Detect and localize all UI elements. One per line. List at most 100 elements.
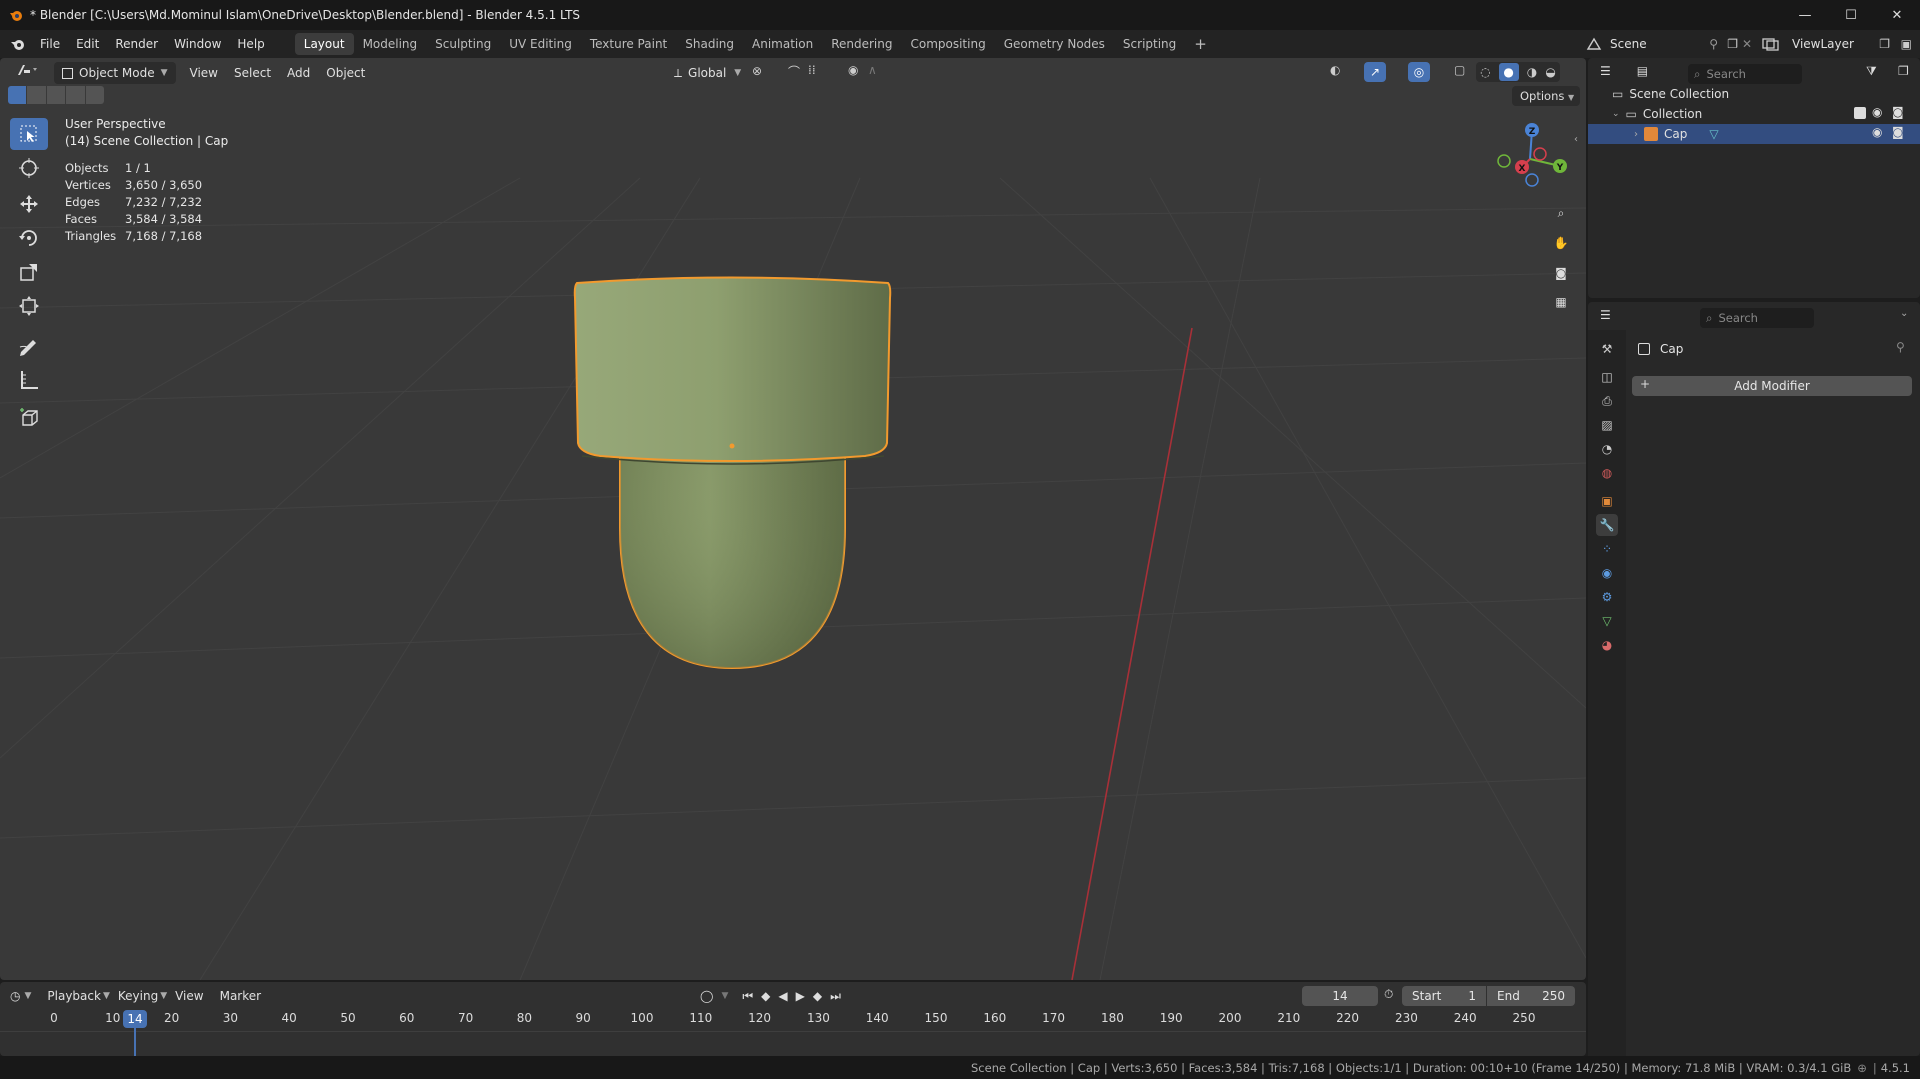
pivot-point-icon[interactable]: ⊗ bbox=[752, 64, 762, 78]
outliner-search-input[interactable]: ⌕ Search bbox=[1688, 64, 1802, 84]
network-icon[interactable]: ⊕ bbox=[1857, 1061, 1867, 1075]
shading-mode-group[interactable]: ◌ ● ◑ ◒ bbox=[1476, 62, 1560, 82]
scene-tab-icon[interactable]: ◔ bbox=[1596, 438, 1618, 460]
tab-compositing[interactable]: Compositing bbox=[901, 33, 994, 55]
tab-shading[interactable]: Shading bbox=[676, 33, 743, 55]
tab-texture-paint[interactable]: Texture Paint bbox=[581, 33, 676, 55]
scene-selector[interactable]: Scene ⚲ ❐ ✕ bbox=[1586, 33, 1752, 55]
select-extend-icon[interactable] bbox=[27, 86, 46, 104]
tab-animation[interactable]: Animation bbox=[743, 33, 822, 55]
solid-shading-icon[interactable]: ● bbox=[1498, 63, 1519, 81]
menu-render[interactable]: Render bbox=[107, 33, 166, 55]
transform-orientation-selector[interactable]: ⟂ Global ▼ bbox=[666, 62, 749, 84]
proportional-falloff-icon[interactable]: ∧ bbox=[868, 63, 877, 77]
gizmo-neg-x[interactable] bbox=[1533, 147, 1547, 161]
close-button[interactable]: ✕ bbox=[1874, 0, 1920, 30]
material-tab-icon[interactable]: ◕ bbox=[1596, 634, 1618, 656]
chevron-down-icon[interactable]: ⌄ bbox=[1900, 308, 1908, 319]
playhead-frame-indicator[interactable]: 14 bbox=[123, 1010, 147, 1028]
select-new-icon[interactable] bbox=[8, 86, 27, 104]
world-tab-icon[interactable]: ◍ bbox=[1596, 462, 1618, 484]
tab-modeling[interactable]: Modeling bbox=[354, 33, 427, 55]
options-button[interactable]: Options ▼ bbox=[1512, 86, 1581, 106]
camera-render-icon[interactable]: ◙ bbox=[1892, 125, 1904, 139]
outliner-row-scene-collection[interactable]: ▭ Scene Collection bbox=[1588, 84, 1920, 104]
tab-sculpting[interactable]: Sculpting bbox=[426, 33, 500, 55]
new-view-layer-icon[interactable]: ❐ bbox=[1879, 37, 1890, 51]
wireframe-shading-icon[interactable]: ◌ bbox=[1480, 65, 1490, 79]
orthographic-toggle-button[interactable]: ▦ bbox=[1548, 289, 1574, 315]
menu-select[interactable]: Select bbox=[226, 62, 279, 84]
eye-icon[interactable]: ◉ bbox=[1872, 105, 1882, 119]
select-box-tool[interactable] bbox=[10, 118, 48, 150]
proportional-edit-icon[interactable]: ◉ bbox=[848, 63, 858, 77]
add-workspace-button[interactable]: + bbox=[1185, 33, 1216, 55]
outliner-row-collection[interactable]: ⌄ ▭ Collection ◉ ◙ bbox=[1588, 104, 1920, 124]
pan-button[interactable]: ✋ bbox=[1548, 230, 1574, 256]
scale-tool[interactable] bbox=[10, 256, 48, 288]
view-layer-selector[interactable]: ViewLayer ❐ ▣ bbox=[1762, 33, 1912, 55]
data-tab-icon[interactable]: ▽ bbox=[1596, 610, 1618, 632]
transform-tool[interactable] bbox=[10, 290, 48, 322]
blender-menu-icon[interactable] bbox=[10, 36, 26, 52]
menu-file[interactable]: File bbox=[32, 33, 68, 55]
editor-type-button[interactable] bbox=[8, 62, 48, 84]
snap-icon[interactable]: ⌒ bbox=[788, 63, 800, 80]
add-modifier-button[interactable]: + Add Modifier bbox=[1632, 376, 1912, 396]
gizmo-toggle-icon[interactable]: ↗ bbox=[1364, 62, 1386, 82]
tab-uv-editing[interactable]: UV Editing bbox=[500, 33, 581, 55]
gizmo-neg-y[interactable] bbox=[1497, 154, 1511, 168]
navigation-gizmo[interactable]: Z Y X bbox=[1490, 114, 1570, 204]
chevron-down-icon[interactable]: ⌄ bbox=[1612, 109, 1620, 119]
tab-rendering[interactable]: Rendering bbox=[822, 33, 901, 55]
pin-icon[interactable]: ⚲ bbox=[1709, 37, 1718, 51]
select-subtract-icon[interactable] bbox=[46, 86, 66, 104]
menu-edit[interactable]: Edit bbox=[68, 33, 107, 55]
tab-layout[interactable]: Layout bbox=[294, 33, 354, 55]
outliner-editor-icon[interactable]: ☰ bbox=[1600, 64, 1611, 78]
tab-scripting[interactable]: Scripting bbox=[1114, 33, 1185, 55]
new-scene-icon[interactable]: ❐ bbox=[1727, 37, 1738, 51]
properties-search-input[interactable]: ⌕ Search bbox=[1700, 308, 1814, 328]
view-layer-tab-icon[interactable]: ▨ bbox=[1596, 414, 1618, 436]
remove-scene-icon[interactable]: ✕ bbox=[1742, 37, 1752, 51]
menu-window[interactable]: Window bbox=[166, 33, 229, 55]
menu-add[interactable]: Add bbox=[279, 62, 318, 84]
filter-icon[interactable]: ⧩ bbox=[1866, 64, 1877, 79]
timeline-ruler[interactable]: 0 10 20 30 40 50 60 70 80 90 100 110 120 130 140 150 160… bbox=[0, 982, 1586, 1056]
menu-help[interactable]: Help bbox=[229, 33, 272, 55]
outliner-row-cap[interactable]: › Cap ▽ ◉ ◙ bbox=[1588, 124, 1920, 144]
select-invert-icon[interactable] bbox=[66, 86, 85, 104]
physics-tab-icon[interactable]: ◉ bbox=[1596, 562, 1618, 584]
pin-icon[interactable]: ⚲ bbox=[1896, 340, 1905, 354]
menu-object[interactable]: Object bbox=[318, 62, 373, 84]
menu-view[interactable]: View bbox=[182, 62, 226, 84]
collapse-sidebar-icon[interactable]: ‹ bbox=[1574, 134, 1578, 145]
annotate-tool[interactable] bbox=[10, 330, 48, 362]
new-collection-icon[interactable]: ❐ bbox=[1898, 64, 1909, 78]
rendered-shading-icon[interactable]: ◒ bbox=[1545, 65, 1555, 79]
modifier-tab-icon[interactable]: 🔧 bbox=[1596, 514, 1618, 536]
particles-tab-icon[interactable]: ⁘ bbox=[1596, 538, 1618, 560]
overlay-toggle-icon[interactable]: ◎ bbox=[1408, 62, 1430, 82]
xray-icon[interactable]: ▢ bbox=[1454, 63, 1465, 77]
output-tab-icon[interactable]: ⎙ bbox=[1596, 390, 1618, 412]
material-shading-icon[interactable]: ◑ bbox=[1527, 65, 1537, 79]
tab-geometry-nodes[interactable]: Geometry Nodes bbox=[995, 33, 1114, 55]
tool-tab-icon[interactable]: ⚒ bbox=[1596, 338, 1618, 360]
chevron-right-icon[interactable]: › bbox=[1634, 129, 1638, 140]
selection-mode-group[interactable] bbox=[8, 86, 105, 106]
render-tab-icon[interactable]: ◫ bbox=[1596, 366, 1618, 388]
object-tab-icon[interactable]: ▣ bbox=[1596, 490, 1618, 512]
measure-tool[interactable] bbox=[10, 364, 48, 396]
exclude-checkbox[interactable] bbox=[1854, 107, 1866, 119]
add-cube-tool[interactable] bbox=[10, 402, 48, 434]
eye-icon[interactable]: ◉ bbox=[1872, 125, 1882, 139]
constraints-tab-icon[interactable]: ⚙ bbox=[1596, 586, 1618, 608]
snap-target-icon[interactable]: ⁞⁞ bbox=[808, 63, 816, 77]
move-tool[interactable] bbox=[10, 188, 48, 220]
select-intersect-icon[interactable] bbox=[85, 86, 105, 104]
zoom-button[interactable]: ⌕ bbox=[1548, 200, 1574, 226]
camera-view-button[interactable]: ◙ bbox=[1548, 260, 1574, 286]
visibility-icon[interactable]: ◐ bbox=[1330, 63, 1340, 77]
